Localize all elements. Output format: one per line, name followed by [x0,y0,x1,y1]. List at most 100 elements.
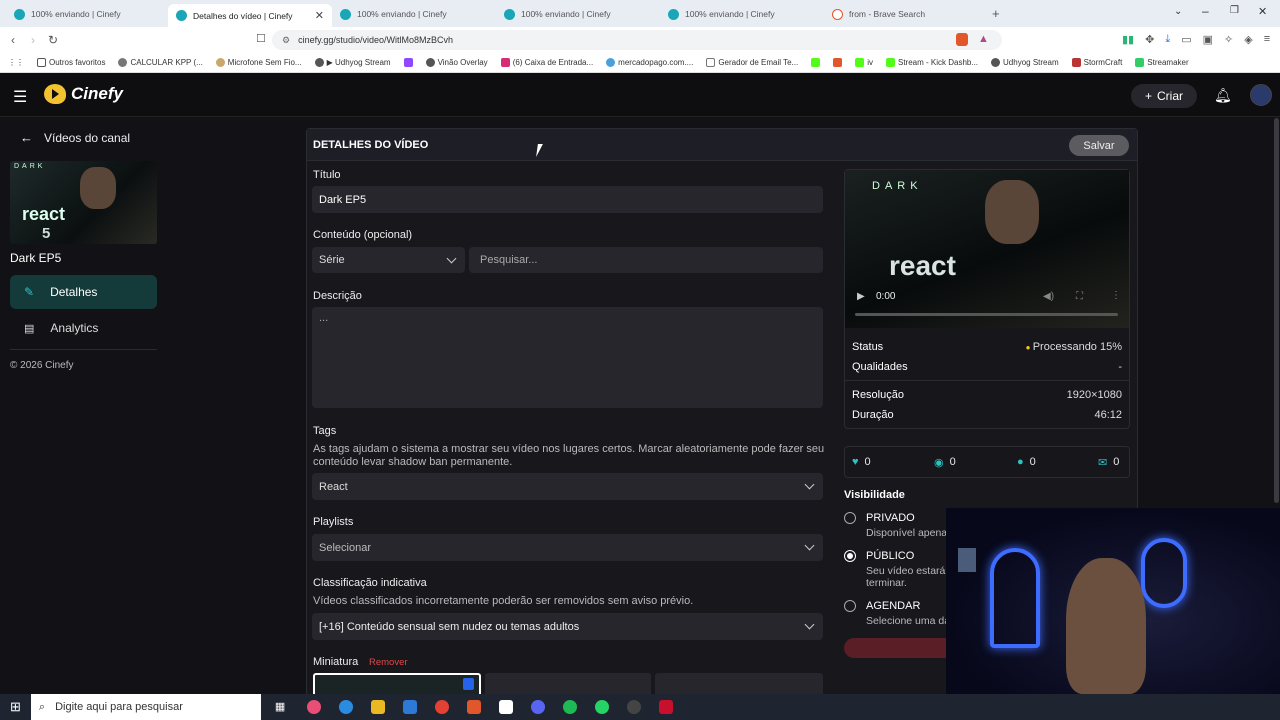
bookmark-item[interactable]: Microfone Sem Fio... [215,58,302,67]
browser-tab[interactable]: 100% enviando | Cinefy [660,4,824,24]
back-to-channel-videos-link[interactable]: Vídeos do canal [44,131,130,145]
extension-icon[interactable]: ▮▮ [1122,33,1134,46]
description-textarea[interactable]: ... [312,307,823,408]
minimize-icon[interactable]: – [1202,4,1209,18]
play-icon[interactable]: ▶ [857,291,865,302]
browser-tab[interactable]: 100% enviando | Cinefy [496,4,660,24]
browser-tab[interactable]: 100% enviando | Cinefy [6,4,170,24]
maximize-icon[interactable]: ❐ [1230,5,1239,16]
remove-thumbnail-link[interactable]: Remover [369,657,408,668]
whatsapp-icon[interactable] [594,700,609,714]
tab-list-icon[interactable]: ⌄ [1174,6,1182,17]
windows-start-icon[interactable]: ⊞ [10,699,21,715]
discord-icon[interactable] [530,700,545,714]
sidebar-icon[interactable]: ▭ [1181,33,1191,46]
download-icon[interactable]: ⤓ [1165,33,1170,46]
bookmark-item[interactable]: ▶ Udhyog Stream [314,58,391,67]
wallet-icon[interactable]: ▣ [1203,33,1213,46]
streaming-app-icon[interactable] [658,700,673,714]
content-search-input[interactable]: Pesquisar... [469,247,823,273]
bookmark-item[interactable]: StormCraft [1071,58,1122,67]
notifications-bell-icon[interactable]: 🔔︎ [1214,87,1232,104]
brave-icon[interactable] [466,700,481,714]
create-button[interactable]: + Criar [1131,84,1197,108]
thumbnail-option-selected[interactable] [313,673,481,694]
menu-icon[interactable]: ≡ [1264,33,1270,46]
explorer-app-icon[interactable] [402,700,417,714]
back-icon[interactable]: ‹ [3,33,23,47]
visibility-private-radio[interactable] [844,512,856,524]
sidebar-item-analytics[interactable]: ▤ Analytics [10,311,157,345]
bookmark-item[interactable]: Streamaker [1135,58,1189,67]
player-progress-bar[interactable] [855,313,1118,316]
cinefy-logo[interactable]: Cinefy [44,84,123,104]
hamburger-menu-icon[interactable]: ☰ [13,87,27,107]
page-scrollbar[interactable] [1274,118,1279,503]
spotify-icon[interactable] [562,700,577,714]
visibility-schedule-title: AGENDAR [866,600,921,612]
chevron-down-icon [446,253,457,263]
content-type-select[interactable]: Série [312,247,465,273]
site-info-icon[interactable]: ⚙ [282,35,290,46]
capcut-icon[interactable] [498,700,513,714]
kick-bookmark-icon[interactable] [811,58,821,67]
task-view-icon[interactable]: ▦ [275,700,289,714]
twitch-bookmark-icon[interactable] [403,58,413,67]
browser-tab-active[interactable]: Detalhes do vídeo | Cinefy ✕ [168,4,332,27]
save-button[interactable]: Salvar [1069,135,1129,156]
new-tab-icon[interactable]: + [992,6,1000,21]
publish-button[interactable] [844,638,954,658]
title-input[interactable]: Dark EP5 [312,186,823,213]
tags-select[interactable]: React [312,473,823,500]
brave-shield-icon[interactable] [956,33,968,46]
forward-icon[interactable]: › [23,33,43,47]
visibility-public-radio[interactable] [844,550,856,562]
thumbnail-title-text: react [22,204,66,224]
close-window-icon[interactable]: ✕ [1258,5,1267,18]
vpn-icon[interactable]: ◈ [1244,33,1252,46]
sidebar-item-detalhes[interactable]: ✎ Detalhes [10,275,157,309]
bookmark-item[interactable]: Gerador de Email Te... [706,58,798,67]
visibility-schedule-radio[interactable] [844,600,856,612]
chrome-icon[interactable] [434,700,449,714]
bookmark-item[interactable]: Outros favoritos [37,58,105,67]
thumbnail-person [80,167,116,209]
video-thumbnail[interactable]: DARK react 5 [10,161,157,244]
copilot-icon[interactable] [306,700,321,714]
bookmark-item[interactable]: Vinão Overlay [425,58,488,67]
reload-icon[interactable]: ↻ [43,33,63,47]
fullscreen-icon[interactable]: ⛶ [1076,291,1083,302]
avatar[interactable] [1250,84,1272,106]
address-bar[interactable]: ⚙ cinefy.gg/studio/video/WitlMo8MzBCvh [272,30,1002,50]
back-arrow-icon[interactable]: ← [20,130,33,145]
puzzle-icon[interactable]: ✥ [1145,33,1154,46]
bookmark-icon[interactable]: ☐ [256,32,266,45]
edge-icon[interactable] [338,700,353,714]
close-tab-icon[interactable]: ✕ [315,9,324,22]
bookmark-item[interactable]: Udhyog Stream [991,58,1059,67]
bookmark-item[interactable]: iv [855,58,873,67]
browser-tab[interactable]: from - Brave Search [824,4,988,24]
more-options-icon[interactable]: ⋮ [1111,290,1121,301]
leo-icon[interactable]: ✧ [1224,33,1233,46]
volume-icon[interactable]: ◀) [1043,291,1054,302]
duration-row: Duração 46:12 [852,409,1122,421]
brave-bookmark-icon[interactable] [833,58,843,67]
obs-icon[interactable] [626,700,641,714]
heart-icon: ♥ [852,456,859,468]
plus-icon: + [1144,89,1152,103]
bookmark-item[interactable]: CALCULAR KPP (... [118,58,203,67]
taskbar-search-input[interactable]: ⌕ Digite aqui para pesquisar [30,694,261,720]
apps-icon[interactable]: ⋮⋮ [8,58,24,67]
playlists-select[interactable]: Selecionar [312,534,823,561]
file-explorer-icon[interactable] [370,700,385,714]
video-player[interactable]: DARK react ▶ 0:00 ◀) ⛶ ⋮ [845,170,1129,328]
brave-rewards-icon[interactable]: ▲ [978,33,989,45]
rating-select[interactable]: [+16] Conteúdo sensual sem nudez ou tema… [312,613,823,640]
bookmark-item[interactable]: mercadopago.com.... [606,58,693,67]
bookmark-item[interactable]: (6) Caixa de Entrada... [500,58,593,67]
bookmark-item[interactable]: Stream - Kick Dashb... [886,58,978,67]
thumbnail-option[interactable] [655,673,823,694]
thumbnail-option[interactable] [485,673,651,694]
browser-tab[interactable]: 100% enviando | Cinefy [332,4,496,24]
